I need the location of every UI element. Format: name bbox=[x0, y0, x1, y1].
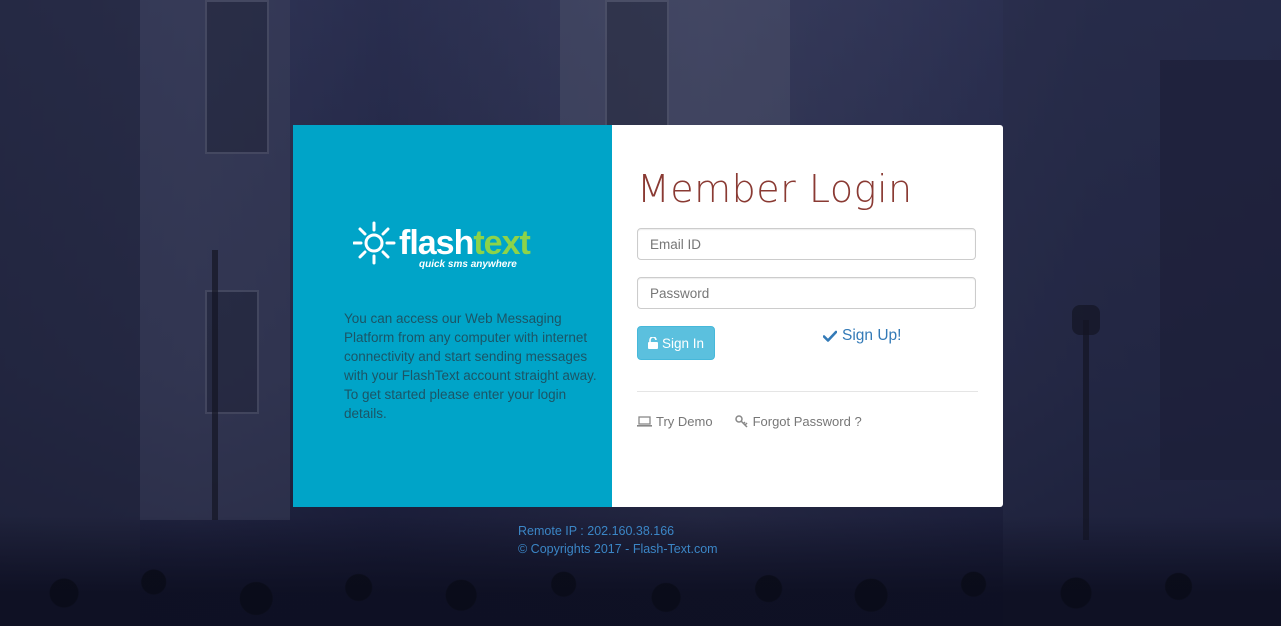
page-title: Member Login bbox=[637, 167, 913, 211]
copyright: © Copyrights 2017 - Flash-Text.com bbox=[518, 542, 718, 556]
try-demo-link[interactable]: Try Demo bbox=[637, 414, 713, 429]
sun-icon bbox=[353, 221, 396, 265]
login-card: flashtext quick sms anywhere You can acc… bbox=[293, 125, 1003, 507]
sign-in-label: Sign In bbox=[661, 335, 705, 351]
check-icon bbox=[823, 330, 837, 342]
sign-up-label: Sign Up! bbox=[842, 327, 902, 344]
flashtext-logo: flashtext quick sms anywhere bbox=[353, 221, 533, 277]
intro-text: You can access our Web Messaging Platfor… bbox=[344, 311, 597, 421]
key-icon bbox=[734, 415, 748, 428]
email-field[interactable] bbox=[637, 228, 976, 260]
secondary-links: Try Demo Forgot Password ? bbox=[637, 414, 862, 429]
footer: Remote IP : 202.160.38.166 © Copyrights … bbox=[518, 522, 718, 558]
remote-ip: Remote IP : 202.160.38.166 bbox=[518, 524, 675, 538]
password-field[interactable] bbox=[637, 277, 976, 309]
login-form-panel: Member Login Sign In Sign Up! Try Demo bbox=[612, 125, 1003, 507]
sign-in-button[interactable]: Sign In bbox=[637, 326, 715, 360]
forgot-password-label: Forgot Password ? bbox=[752, 414, 862, 429]
unlock-icon bbox=[647, 337, 658, 349]
forgot-password-link[interactable]: Forgot Password ? bbox=[734, 414, 862, 429]
try-demo-label: Try Demo bbox=[656, 414, 713, 429]
divider bbox=[637, 391, 978, 392]
sign-up-link[interactable]: Sign Up! bbox=[823, 327, 901, 345]
brand-panel: flashtext quick sms anywhere You can acc… bbox=[293, 125, 612, 507]
laptop-icon bbox=[637, 416, 652, 427]
logo-wordmark: flashtext bbox=[399, 224, 531, 262]
logo-tagline: quick sms anywhere bbox=[419, 259, 517, 270]
